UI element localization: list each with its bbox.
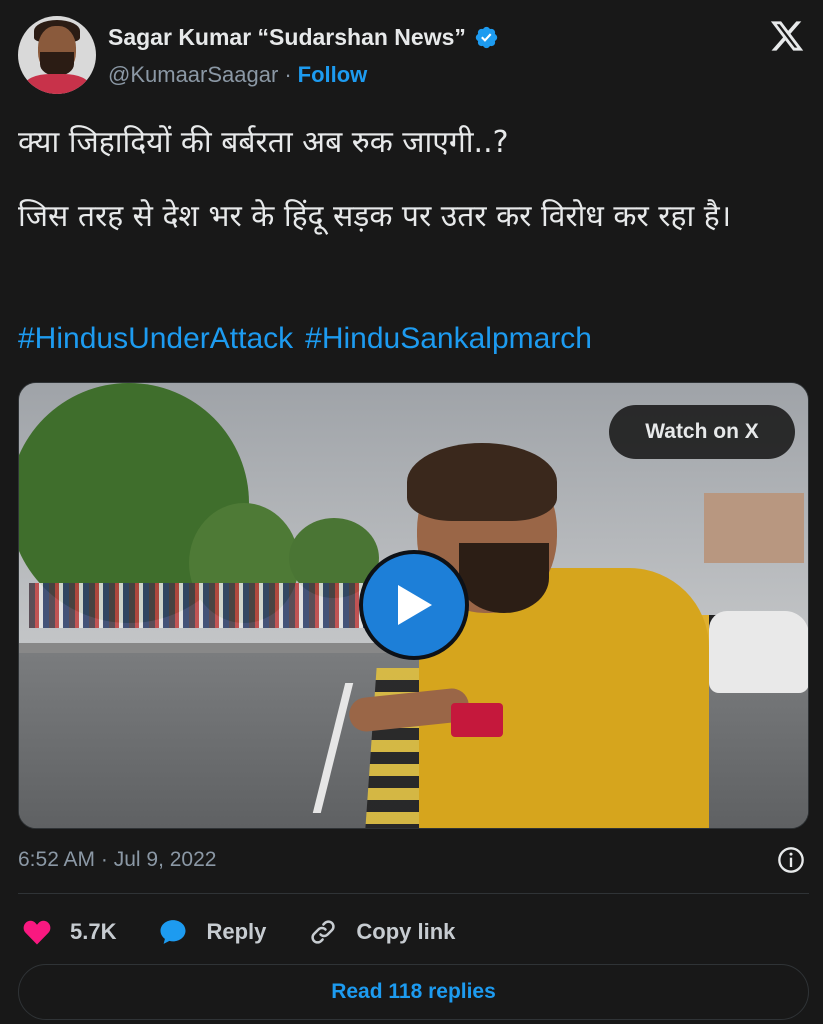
- author-handle[interactable]: @KumaarSaagar: [108, 62, 278, 88]
- author-handle-row: @KumaarSaagar · Follow: [108, 62, 367, 88]
- hashtags: #HindusUnderAttack #HinduSankalpmarch: [18, 322, 592, 356]
- link-icon: [311, 920, 336, 944]
- read-replies-button[interactable]: Read 118 replies: [18, 964, 809, 1020]
- play-icon: [398, 585, 432, 625]
- action-bar: 5.7K Reply Copy link: [22, 912, 497, 952]
- tweet-paragraph: क्या जिहादियों की बर्बरता अब रुक जाएगी..…: [18, 125, 509, 160]
- like-count: 5.7K: [70, 919, 117, 944]
- watch-on-x-button[interactable]: Watch on X: [609, 405, 795, 459]
- avatar[interactable]: [18, 16, 96, 94]
- separator-dot: ·: [284, 62, 292, 87]
- tweet-card: Sagar Kumar “Sudarshan News” @KumaarSaag…: [0, 0, 823, 1024]
- heart-icon: [23, 920, 51, 945]
- hashtag-link[interactable]: #HinduSankalpmarch: [305, 322, 592, 356]
- like-button[interactable]: 5.7K: [22, 917, 116, 947]
- video-media[interactable]: Watch on X: [18, 382, 809, 829]
- author-name[interactable]: Sagar Kumar “Sudarshan News”: [108, 24, 466, 51]
- tweet-text: क्या जिहादियों की बर्बरता अब रुक जाएगी..…: [18, 120, 798, 268]
- reply-button[interactable]: Reply: [158, 917, 266, 947]
- tweet-paragraph: जिस तरह से देश भर के हिंदू सड़क पर उतर क…: [18, 199, 732, 234]
- reply-label: Reply: [206, 919, 267, 944]
- tweet-timestamp[interactable]: 6:52 AM · Jul 9, 2022: [18, 848, 216, 872]
- divider: [18, 893, 809, 894]
- follow-button[interactable]: Follow: [298, 62, 368, 88]
- reply-bubble-icon: [160, 920, 186, 944]
- copy-link-button[interactable]: Copy link: [308, 917, 455, 947]
- author-name-row: Sagar Kumar “Sudarshan News”: [108, 24, 499, 51]
- play-button[interactable]: [359, 550, 469, 660]
- info-icon[interactable]: [777, 846, 805, 874]
- x-logo-icon[interactable]: [769, 18, 805, 54]
- copy-link-label: Copy link: [356, 919, 456, 944]
- hashtag-link[interactable]: #HindusUnderAttack: [18, 322, 293, 356]
- verified-badge-icon: [475, 26, 498, 49]
